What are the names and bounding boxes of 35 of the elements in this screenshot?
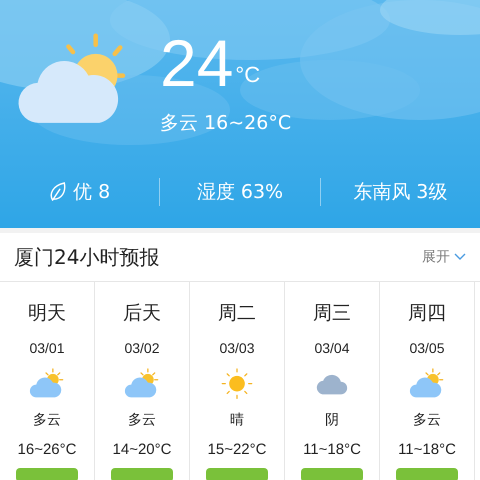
condition-label: 晴 — [230, 411, 244, 430]
temperature-range: 11~18°C — [398, 441, 456, 458]
condition-label: 多云 — [128, 411, 156, 430]
chevron-icon — [454, 253, 466, 261]
air-quality-badge — [301, 468, 363, 480]
temperature: 24 — [160, 30, 234, 96]
expand-button[interactable]: 展开 — [422, 248, 466, 266]
air-quality-badge — [111, 468, 173, 480]
condition-label: 多云 — [33, 411, 61, 430]
date-label: 03/05 — [409, 340, 445, 356]
air-quality-badge — [16, 468, 78, 480]
temperature-range: 16~26°C — [18, 441, 76, 458]
day-label: 后天 — [123, 301, 161, 326]
temperature-range: 11~18°C — [303, 441, 361, 458]
temperature-range: 14~20°C — [112, 441, 172, 458]
day-label: 周三 — [313, 301, 351, 326]
condition-label: 多云 — [413, 411, 441, 430]
date-label: 03/02 — [124, 340, 160, 356]
temperature-range: 15~22°C — [208, 441, 266, 458]
leaf-icon — [49, 181, 68, 203]
date-label: 03/01 — [29, 340, 65, 356]
forecast-title: 厦门24小时预报 — [14, 244, 160, 270]
temperature-unit: °C — [235, 62, 260, 88]
condition-range: 多云 16~26°C — [160, 111, 292, 136]
day-label: 周二 — [218, 301, 256, 326]
air-quality-badge — [206, 468, 268, 480]
day-label: 明天 — [28, 301, 66, 326]
stat-text: 湿度 63% — [196, 180, 284, 205]
stat-text: 东南风 3级 — [353, 180, 448, 205]
air-quality-badge — [396, 468, 458, 480]
date-label: 03/04 — [314, 340, 350, 356]
condition-label: 阴 — [325, 411, 339, 430]
date-label: 03/03 — [219, 340, 255, 356]
stat-text: 优 8 — [73, 180, 110, 205]
day-label: 周四 — [408, 301, 446, 326]
